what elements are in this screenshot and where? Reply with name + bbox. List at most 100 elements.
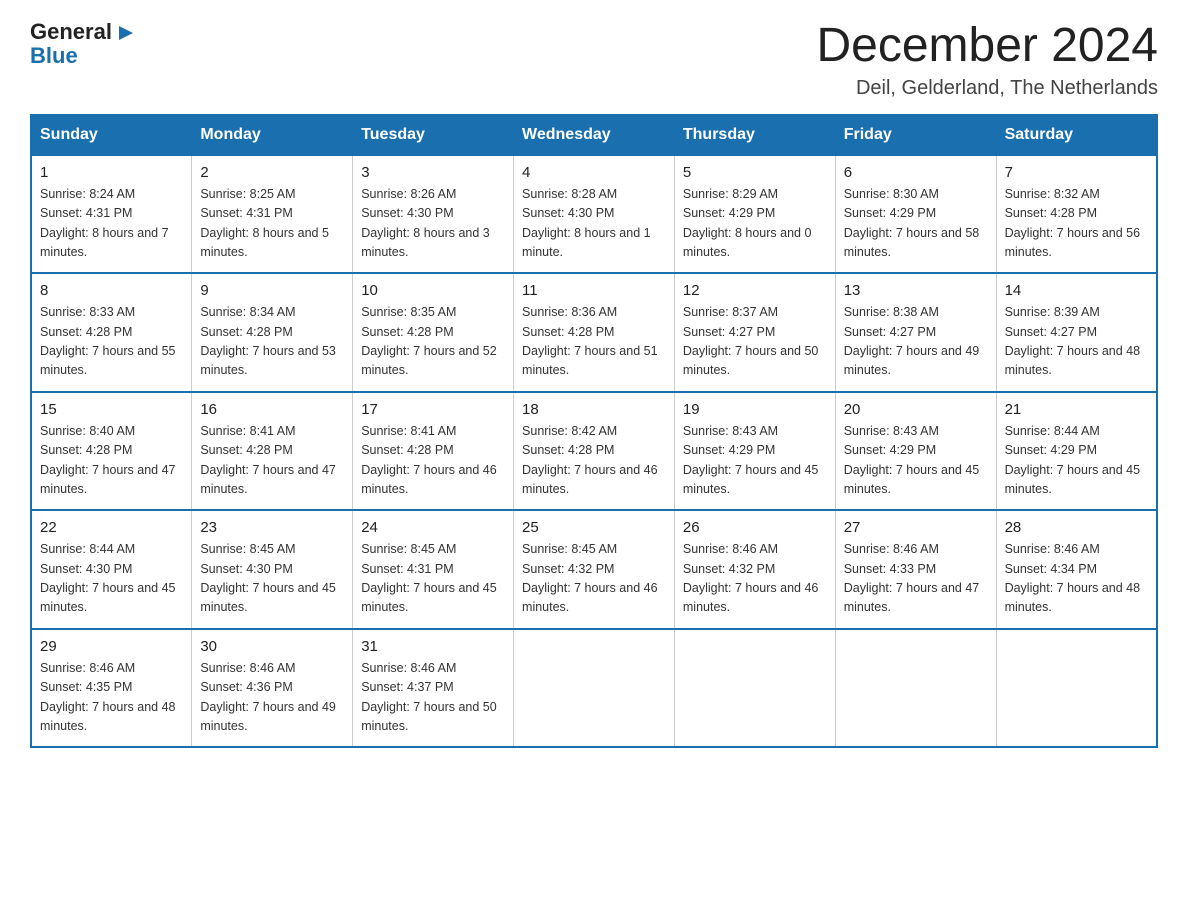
- logo-blue-text: Blue: [30, 44, 78, 68]
- calendar-cell: 30 Sunrise: 8:46 AMSunset: 4:36 PMDaylig…: [192, 629, 353, 748]
- calendar-header-row: Sunday Monday Tuesday Wednesday Thursday…: [31, 115, 1157, 155]
- calendar-cell: [674, 629, 835, 748]
- day-number: 20: [844, 401, 988, 418]
- calendar-week-5: 29 Sunrise: 8:46 AMSunset: 4:35 PMDaylig…: [31, 629, 1157, 748]
- day-info: Sunrise: 8:24 AMSunset: 4:31 PMDaylight:…: [40, 185, 183, 263]
- day-info: Sunrise: 8:40 AMSunset: 4:28 PMDaylight:…: [40, 422, 183, 500]
- calendar-table: Sunday Monday Tuesday Wednesday Thursday…: [30, 114, 1158, 749]
- day-info: Sunrise: 8:33 AMSunset: 4:28 PMDaylight:…: [40, 303, 183, 381]
- day-number: 7: [1005, 164, 1148, 181]
- day-number: 21: [1005, 401, 1148, 418]
- logo-arrow-icon: [115, 22, 137, 44]
- calendar-cell: 11 Sunrise: 8:36 AMSunset: 4:28 PMDaylig…: [514, 273, 675, 392]
- day-info: Sunrise: 8:41 AMSunset: 4:28 PMDaylight:…: [361, 422, 505, 500]
- calendar-cell: 5 Sunrise: 8:29 AMSunset: 4:29 PMDayligh…: [674, 155, 835, 274]
- day-info: Sunrise: 8:25 AMSunset: 4:31 PMDaylight:…: [200, 185, 344, 263]
- day-info: Sunrise: 8:45 AMSunset: 4:32 PMDaylight:…: [522, 540, 666, 618]
- day-info: Sunrise: 8:30 AMSunset: 4:29 PMDaylight:…: [844, 185, 988, 263]
- logo: General Blue: [30, 20, 137, 68]
- day-info: Sunrise: 8:35 AMSunset: 4:28 PMDaylight:…: [361, 303, 505, 381]
- calendar-cell: 13 Sunrise: 8:38 AMSunset: 4:27 PMDaylig…: [835, 273, 996, 392]
- day-number: 13: [844, 282, 988, 299]
- day-number: 2: [200, 164, 344, 181]
- calendar-cell: 28 Sunrise: 8:46 AMSunset: 4:34 PMDaylig…: [996, 510, 1157, 629]
- day-number: 22: [40, 519, 183, 536]
- calendar-cell: [996, 629, 1157, 748]
- day-number: 16: [200, 401, 344, 418]
- day-number: 29: [40, 638, 183, 655]
- logo-general-text: General: [30, 20, 112, 44]
- calendar-cell: 16 Sunrise: 8:41 AMSunset: 4:28 PMDaylig…: [192, 392, 353, 511]
- calendar-cell: 19 Sunrise: 8:43 AMSunset: 4:29 PMDaylig…: [674, 392, 835, 511]
- calendar-week-3: 15 Sunrise: 8:40 AMSunset: 4:28 PMDaylig…: [31, 392, 1157, 511]
- header-thursday: Thursday: [674, 115, 835, 155]
- day-number: 30: [200, 638, 344, 655]
- day-info: Sunrise: 8:39 AMSunset: 4:27 PMDaylight:…: [1005, 303, 1148, 381]
- day-number: 8: [40, 282, 183, 299]
- day-number: 14: [1005, 282, 1148, 299]
- calendar-cell: 3 Sunrise: 8:26 AMSunset: 4:30 PMDayligh…: [353, 155, 514, 274]
- day-number: 27: [844, 519, 988, 536]
- calendar-cell: 15 Sunrise: 8:40 AMSunset: 4:28 PMDaylig…: [31, 392, 192, 511]
- day-number: 10: [361, 282, 505, 299]
- day-info: Sunrise: 8:38 AMSunset: 4:27 PMDaylight:…: [844, 303, 988, 381]
- day-info: Sunrise: 8:44 AMSunset: 4:29 PMDaylight:…: [1005, 422, 1148, 500]
- header-tuesday: Tuesday: [353, 115, 514, 155]
- calendar-cell: 6 Sunrise: 8:30 AMSunset: 4:29 PMDayligh…: [835, 155, 996, 274]
- day-number: 24: [361, 519, 505, 536]
- calendar-week-2: 8 Sunrise: 8:33 AMSunset: 4:28 PMDayligh…: [31, 273, 1157, 392]
- day-number: 28: [1005, 519, 1148, 536]
- page-header: General Blue December 2024 Deil, Gelderl…: [30, 20, 1158, 100]
- calendar-cell: 21 Sunrise: 8:44 AMSunset: 4:29 PMDaylig…: [996, 392, 1157, 511]
- day-info: Sunrise: 8:45 AMSunset: 4:31 PMDaylight:…: [361, 540, 505, 618]
- calendar-cell: 22 Sunrise: 8:44 AMSunset: 4:30 PMDaylig…: [31, 510, 192, 629]
- day-info: Sunrise: 8:28 AMSunset: 4:30 PMDaylight:…: [522, 185, 666, 263]
- day-info: Sunrise: 8:46 AMSunset: 4:32 PMDaylight:…: [683, 540, 827, 618]
- calendar-cell: 25 Sunrise: 8:45 AMSunset: 4:32 PMDaylig…: [514, 510, 675, 629]
- calendar-cell: 10 Sunrise: 8:35 AMSunset: 4:28 PMDaylig…: [353, 273, 514, 392]
- day-number: 18: [522, 401, 666, 418]
- day-number: 31: [361, 638, 505, 655]
- title-block: December 2024 Deil, Gelderland, The Neth…: [816, 20, 1158, 100]
- day-number: 19: [683, 401, 827, 418]
- calendar-cell: 29 Sunrise: 8:46 AMSunset: 4:35 PMDaylig…: [31, 629, 192, 748]
- day-number: 1: [40, 164, 183, 181]
- month-title: December 2024: [816, 20, 1158, 73]
- calendar-cell: [835, 629, 996, 748]
- calendar-cell: 20 Sunrise: 8:43 AMSunset: 4:29 PMDaylig…: [835, 392, 996, 511]
- day-number: 6: [844, 164, 988, 181]
- day-info: Sunrise: 8:37 AMSunset: 4:27 PMDaylight:…: [683, 303, 827, 381]
- day-number: 4: [522, 164, 666, 181]
- calendar-cell: 24 Sunrise: 8:45 AMSunset: 4:31 PMDaylig…: [353, 510, 514, 629]
- calendar-cell: 2 Sunrise: 8:25 AMSunset: 4:31 PMDayligh…: [192, 155, 353, 274]
- day-info: Sunrise: 8:43 AMSunset: 4:29 PMDaylight:…: [844, 422, 988, 500]
- day-info: Sunrise: 8:32 AMSunset: 4:28 PMDaylight:…: [1005, 185, 1148, 263]
- day-info: Sunrise: 8:46 AMSunset: 4:33 PMDaylight:…: [844, 540, 988, 618]
- day-number: 3: [361, 164, 505, 181]
- calendar-cell: 31 Sunrise: 8:46 AMSunset: 4:37 PMDaylig…: [353, 629, 514, 748]
- day-number: 12: [683, 282, 827, 299]
- day-number: 15: [40, 401, 183, 418]
- day-info: Sunrise: 8:26 AMSunset: 4:30 PMDaylight:…: [361, 185, 505, 263]
- calendar-cell: 14 Sunrise: 8:39 AMSunset: 4:27 PMDaylig…: [996, 273, 1157, 392]
- calendar-cell: 7 Sunrise: 8:32 AMSunset: 4:28 PMDayligh…: [996, 155, 1157, 274]
- calendar-cell: 12 Sunrise: 8:37 AMSunset: 4:27 PMDaylig…: [674, 273, 835, 392]
- day-info: Sunrise: 8:44 AMSunset: 4:30 PMDaylight:…: [40, 540, 183, 618]
- calendar-week-1: 1 Sunrise: 8:24 AMSunset: 4:31 PMDayligh…: [31, 155, 1157, 274]
- calendar-cell: 8 Sunrise: 8:33 AMSunset: 4:28 PMDayligh…: [31, 273, 192, 392]
- day-number: 17: [361, 401, 505, 418]
- calendar-cell: [514, 629, 675, 748]
- day-number: 5: [683, 164, 827, 181]
- day-info: Sunrise: 8:45 AMSunset: 4:30 PMDaylight:…: [200, 540, 344, 618]
- day-info: Sunrise: 8:36 AMSunset: 4:28 PMDaylight:…: [522, 303, 666, 381]
- day-info: Sunrise: 8:29 AMSunset: 4:29 PMDaylight:…: [683, 185, 827, 263]
- calendar-cell: 27 Sunrise: 8:46 AMSunset: 4:33 PMDaylig…: [835, 510, 996, 629]
- day-info: Sunrise: 8:43 AMSunset: 4:29 PMDaylight:…: [683, 422, 827, 500]
- day-number: 23: [200, 519, 344, 536]
- day-info: Sunrise: 8:41 AMSunset: 4:28 PMDaylight:…: [200, 422, 344, 500]
- header-friday: Friday: [835, 115, 996, 155]
- header-saturday: Saturday: [996, 115, 1157, 155]
- day-info: Sunrise: 8:46 AMSunset: 4:35 PMDaylight:…: [40, 659, 183, 737]
- day-info: Sunrise: 8:42 AMSunset: 4:28 PMDaylight:…: [522, 422, 666, 500]
- day-info: Sunrise: 8:34 AMSunset: 4:28 PMDaylight:…: [200, 303, 344, 381]
